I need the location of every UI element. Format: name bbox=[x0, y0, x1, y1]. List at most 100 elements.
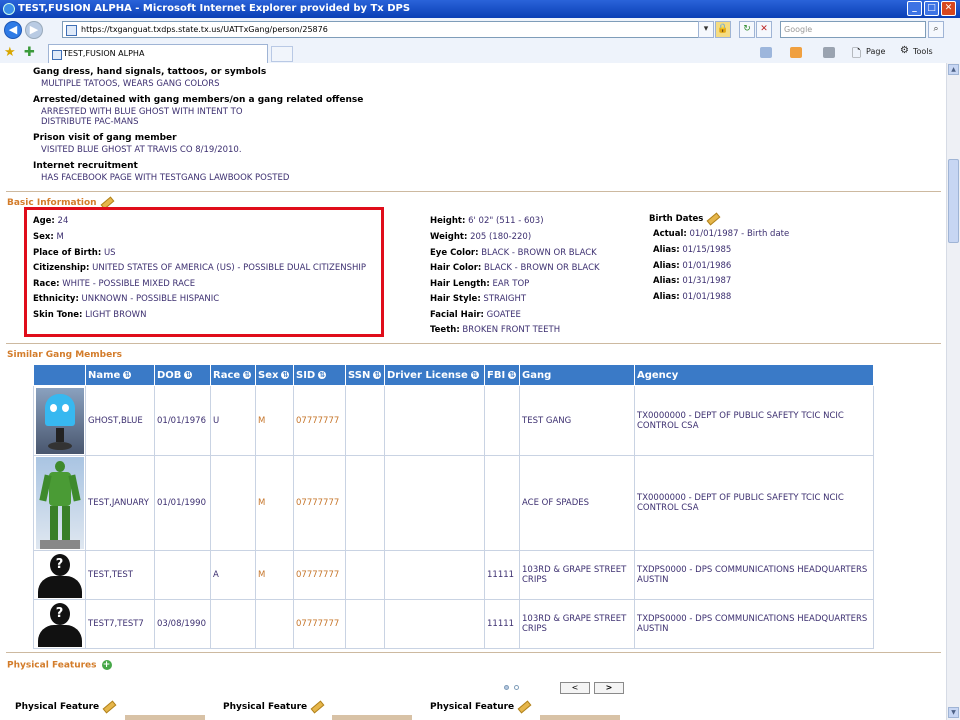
edit-pencil-icon[interactable] bbox=[310, 700, 325, 713]
edit-pencil-icon[interactable] bbox=[706, 212, 721, 225]
address-bar: ◀ ▶ https://txganguat.txdps.state.tx.us/… bbox=[0, 18, 960, 43]
giant-statue-photo-icon bbox=[35, 457, 84, 549]
member-photo[interactable]: ? bbox=[33, 550, 86, 600]
page-menu[interactable]: Page bbox=[866, 47, 885, 56]
cell-name[interactable]: TEST,TEST bbox=[85, 550, 155, 600]
search-input[interactable]: Google bbox=[780, 21, 926, 38]
col-ssn[interactable]: SSN ⇅ bbox=[345, 364, 385, 386]
feature-photo-thumb[interactable] bbox=[332, 715, 412, 720]
basic-field-birthplace: Place of Birth: US bbox=[33, 248, 116, 258]
pager-dot[interactable] bbox=[514, 685, 519, 690]
cell-driver-license bbox=[384, 550, 485, 600]
sort-icon[interactable]: ⇅ bbox=[184, 370, 193, 379]
cell-race bbox=[210, 599, 256, 649]
cell-name[interactable]: TEST7,TEST7 bbox=[85, 599, 155, 649]
close-button[interactable]: ✕ bbox=[941, 1, 956, 16]
indicator-value: MULTIPLE TATOOS, WEARS GANG COLORS bbox=[41, 79, 220, 89]
member-photo[interactable] bbox=[33, 385, 86, 456]
cell-ssn bbox=[345, 550, 385, 600]
edit-pencil-icon[interactable] bbox=[517, 700, 532, 713]
scroll-up-icon[interactable]: ▲ bbox=[948, 64, 959, 75]
page-icon bbox=[66, 25, 77, 36]
cell-agency: TXDPS0000 - DPS COMMUNICATIONS HEADQUART… bbox=[634, 599, 874, 649]
indicator-value: DISTRIBUTE PAC-MANS bbox=[41, 117, 139, 127]
sort-icon[interactable]: ⇅ bbox=[123, 370, 132, 379]
col-sex[interactable]: Sex ⇅ bbox=[255, 364, 294, 386]
divider bbox=[6, 191, 941, 192]
table-row[interactable]: ? TEST7,TEST7 03/08/1990 07777777 11111 … bbox=[33, 599, 874, 649]
print-icon[interactable] bbox=[823, 47, 835, 58]
forward-button[interactable]: ▶ bbox=[25, 21, 43, 39]
basic-field-weight: Weight: 205 (180-220) bbox=[430, 232, 532, 242]
col-dob[interactable]: DOB ⇅ bbox=[154, 364, 211, 386]
new-tab-button[interactable] bbox=[271, 46, 293, 62]
tab-current[interactable]: TEST,FUSION ALPHA bbox=[48, 44, 268, 63]
sort-icon[interactable]: ⇅ bbox=[243, 370, 252, 379]
cell-dob bbox=[154, 550, 211, 600]
member-photo[interactable]: ? bbox=[33, 599, 86, 649]
feature-photo-thumb[interactable] bbox=[125, 715, 205, 720]
lock-icon[interactable]: 🔒 bbox=[715, 21, 731, 38]
refresh-icon[interactable]: ↻ bbox=[739, 21, 755, 38]
cell-name[interactable]: GHOST,BLUE bbox=[85, 385, 155, 456]
minimize-button[interactable]: _ bbox=[907, 1, 922, 16]
cell-name[interactable]: TEST,JANUARY bbox=[85, 455, 155, 551]
basic-field-hair-color: Hair Color: BLACK - BROWN OR BLACK bbox=[430, 263, 600, 273]
divider bbox=[6, 652, 941, 653]
sort-icon[interactable]: ⇅ bbox=[470, 370, 479, 379]
col-fbi[interactable]: FBI ⇅ bbox=[484, 364, 520, 386]
cell-sex: M bbox=[255, 385, 294, 456]
member-photo[interactable] bbox=[33, 455, 86, 551]
col-driver-license[interactable]: Driver License ⇅ bbox=[384, 364, 485, 386]
feature-photo-thumb[interactable] bbox=[540, 715, 620, 720]
stop-icon[interactable]: ✕ bbox=[756, 21, 772, 38]
back-button[interactable]: ◀ bbox=[4, 21, 22, 39]
cell-ssn bbox=[345, 599, 385, 649]
col-name[interactable]: Name ⇅ bbox=[85, 364, 155, 386]
birth-date-alias: Alias: 01/15/1985 bbox=[653, 245, 732, 255]
table-row[interactable]: ? TEST,TEST A M 07777777 11111 103RD & G… bbox=[33, 550, 874, 600]
basic-field-citizenship: Citizenship: UNITED STATES OF AMERICA (U… bbox=[33, 263, 367, 273]
sort-icon[interactable]: ⇅ bbox=[373, 370, 382, 379]
col-sid[interactable]: SID ⇅ bbox=[293, 364, 346, 386]
maximize-button[interactable]: □ bbox=[924, 1, 939, 16]
feeds-icon[interactable] bbox=[790, 47, 802, 58]
physical-feature-label: Physical Feature bbox=[223, 700, 325, 713]
favorites-star-icon[interactable]: ★ bbox=[4, 45, 16, 60]
sort-icon[interactable]: ⇅ bbox=[508, 370, 517, 379]
sort-icon[interactable]: ⇅ bbox=[281, 370, 290, 379]
url-input[interactable]: https://txganguat.txdps.state.tx.us/UATT… bbox=[62, 21, 712, 38]
add-favorites-icon[interactable]: ✚ bbox=[24, 45, 35, 60]
tools-menu[interactable]: Tools bbox=[913, 47, 933, 56]
search-icon[interactable]: ⌕ bbox=[928, 21, 944, 38]
scroll-down-icon[interactable]: ▼ bbox=[948, 707, 959, 718]
prev-button[interactable]: < bbox=[560, 682, 590, 694]
table-row[interactable]: TEST,JANUARY 01/01/1990 M 07777777 ACE O… bbox=[33, 455, 874, 551]
cell-dob: 01/01/1976 bbox=[154, 385, 211, 456]
add-plus-icon[interactable]: + bbox=[101, 660, 112, 670]
edit-pencil-icon[interactable] bbox=[102, 700, 117, 713]
sort-icon[interactable]: ⇅ bbox=[318, 370, 327, 379]
home-icon[interactable] bbox=[760, 47, 772, 58]
birth-date-alias: Alias: 01/01/1988 bbox=[653, 292, 732, 302]
url-dropdown-icon[interactable]: ▾ bbox=[698, 21, 714, 38]
indicator-label: Prison visit of gang member bbox=[33, 133, 177, 143]
vertical-scrollbar[interactable]: ▲ ▼ bbox=[946, 63, 960, 720]
cell-sex: M bbox=[255, 550, 294, 600]
cell-dob: 03/08/1990 bbox=[154, 599, 211, 649]
birth-date-actual: Actual: 01/01/1987 - Birth date bbox=[653, 229, 790, 239]
col-race[interactable]: Race ⇅ bbox=[210, 364, 256, 386]
next-button[interactable]: > bbox=[594, 682, 624, 694]
pager-dot-active[interactable] bbox=[504, 685, 509, 690]
cell-sex bbox=[255, 599, 294, 649]
page-menu-icon: 🗋 bbox=[852, 47, 861, 60]
cell-driver-license bbox=[384, 599, 485, 649]
birth-date-alias: Alias: 01/31/1987 bbox=[653, 276, 732, 286]
cell-agency: TX0000000 - DEPT OF PUBLIC SAFETY TCIC N… bbox=[634, 385, 874, 456]
basic-field-race: Race: WHITE - POSSIBLE MIXED RACE bbox=[33, 279, 196, 289]
scroll-thumb[interactable] bbox=[948, 159, 959, 243]
table-row[interactable]: GHOST,BLUE 01/01/1976 U M 07777777 TEST … bbox=[33, 385, 874, 456]
indicator-value: ARRESTED WITH BLUE GHOST WITH INTENT TO bbox=[41, 107, 243, 117]
cell-sid: 07777777 bbox=[293, 455, 346, 551]
cell-agency: TXDPS0000 - DPS COMMUNICATIONS HEADQUART… bbox=[634, 550, 874, 600]
